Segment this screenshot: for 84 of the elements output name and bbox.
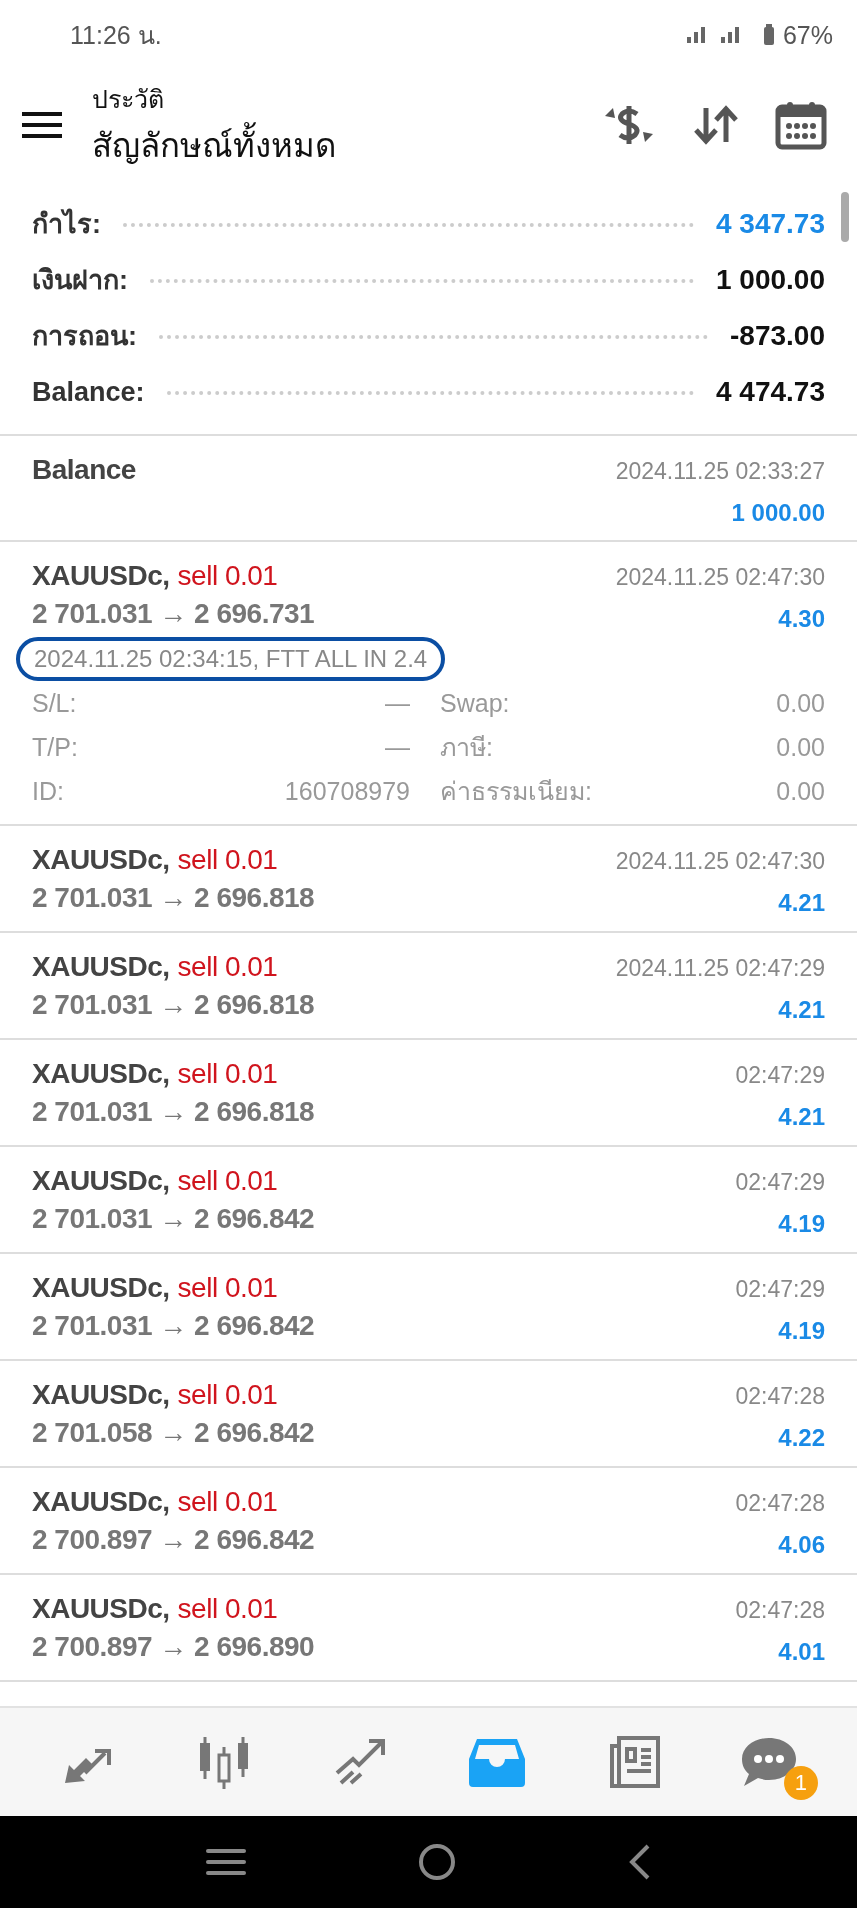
summary-label: Balance: [32,376,145,409]
summary-label: กำไร: [32,207,101,241]
detail-label: T/P: [32,732,79,762]
deal-prices: 2 701.031 → 2 696.731 [32,598,315,630]
summary-value: 4 474.73 [716,375,825,409]
deal-comment: 2024.11.25 02:34:15, FTT ALL IN 2.4 [16,637,446,681]
summary-label: เงินฝาก: [32,264,128,297]
deal-profit: 4.21 [778,996,825,1024]
battery-level: 67% [782,20,833,50]
deal-side: sell 0.01 [177,1272,278,1304]
deal-prices: 2 700.897 → 2 696.890 [32,1631,315,1663]
deal-side: sell 0.01 [177,1165,278,1197]
chat-icon[interactable] [739,1736,798,1788]
deal-profit: 4.30 [778,605,825,633]
detail-label: ภาษี: [440,732,494,763]
summary-label: การถอน: [32,320,137,353]
deal-side: sell 0.01 [177,844,278,876]
recent-apps-icon[interactable] [205,1847,246,1877]
deal-symbol: XAUUSDc, [32,1165,170,1197]
battery-icon [762,23,775,47]
detail-label: S/L: [32,688,78,718]
deal-prices: 2 701.031 → 2 696.842 [32,1203,315,1235]
deal-time: 02:47:28 [735,1490,825,1517]
detail-value: 0.00 [775,732,825,762]
summary-value: -873.00 [730,319,825,353]
inbox-icon[interactable] [468,1737,525,1787]
deal-symbol: XAUUSDc, [32,1593,170,1625]
deal-prices: 2 701.031 → 2 696.842 [32,1310,315,1342]
home-icon[interactable] [416,1842,457,1882]
back-icon[interactable] [627,1842,652,1882]
deal-profit: 4.01 [778,1638,825,1666]
detail-value: 0.00 [775,688,825,718]
menu-icon[interactable] [22,111,62,139]
deal-side: sell 0.01 [177,951,278,983]
deal-symbol: XAUUSDc, [32,951,170,983]
page-subtitle: ประวัติ [92,83,165,115]
deal-profit: 4.19 [778,1317,825,1345]
deal-symbol: XAUUSDc, [32,844,170,876]
deal-time: 02:47:29 [735,1062,825,1089]
deal-symbol: XAUUSDc, [32,1058,170,1090]
deal-profit: 4.19 [778,1210,825,1238]
trend-line-icon[interactable] [333,1737,388,1787]
deal-symbol: XAUUSDc, [32,560,170,592]
detail-label: ID: [32,776,65,806]
calendar-icon[interactable] [775,99,827,151]
detail-value: — [384,732,410,762]
detail-value: 160708979 [283,776,410,806]
page-title: สัญลักษณ์ทั้งหมด [92,118,567,172]
detail-label: Swap: [440,688,511,718]
summary-value: 1 000.00 [716,263,825,297]
summary-value: 4 347.73 [716,207,825,241]
deal-profit: 4.22 [778,1424,825,1452]
deal-prices: 2 701.031 → 2 696.818 [32,882,315,914]
deal-prices: 2 701.058 → 2 696.842 [32,1417,315,1449]
deal-symbol: XAUUSDc, [32,1486,170,1518]
deal-profit: 4.06 [778,1531,825,1559]
entry-amount: 1 000.00 [731,499,825,527]
deal-time: 2024.11.25 02:47:30 [615,848,825,875]
deal-side: sell 0.01 [177,1379,278,1411]
scrollbar[interactable] [841,192,849,242]
status-time: 11:26 น. [70,20,162,51]
deal-prices: 2 700.897 → 2 696.842 [32,1524,315,1556]
detail-value: — [384,688,410,718]
detail-label: ค่าธรรมเนียม: [440,776,593,807]
entry-type: Balance [32,454,136,487]
deal-prices: 2 701.031 → 2 696.818 [32,989,315,1021]
deal-time: 2024.11.25 02:47:29 [615,955,825,982]
deal-time: 02:47:28 [735,1383,825,1410]
deal-time: 02:47:29 [735,1169,825,1196]
entry-time: 2024.11.25 02:33:27 [615,458,825,485]
deal-profit: 4.21 [778,889,825,917]
deal-symbol: XAUUSDc, [32,1379,170,1411]
detail-value: 0.00 [775,776,825,806]
deal-time: 02:47:28 [735,1597,825,1624]
deal-prices: 2 701.031 → 2 696.818 [32,1096,315,1128]
notification-badge: 1 [783,1766,818,1800]
deal-side: sell 0.01 [177,1486,278,1518]
deal-side: sell 0.01 [177,1058,278,1090]
deal-time: 02:47:29 [735,1276,825,1303]
deal-profit: 4.21 [778,1103,825,1131]
deal-time: 2024.11.25 02:47:30 [615,564,825,591]
deal-side: sell 0.01 [177,560,278,592]
deal-side: sell 0.01 [177,1593,278,1625]
deal-symbol: XAUUSDc, [32,1272,170,1304]
